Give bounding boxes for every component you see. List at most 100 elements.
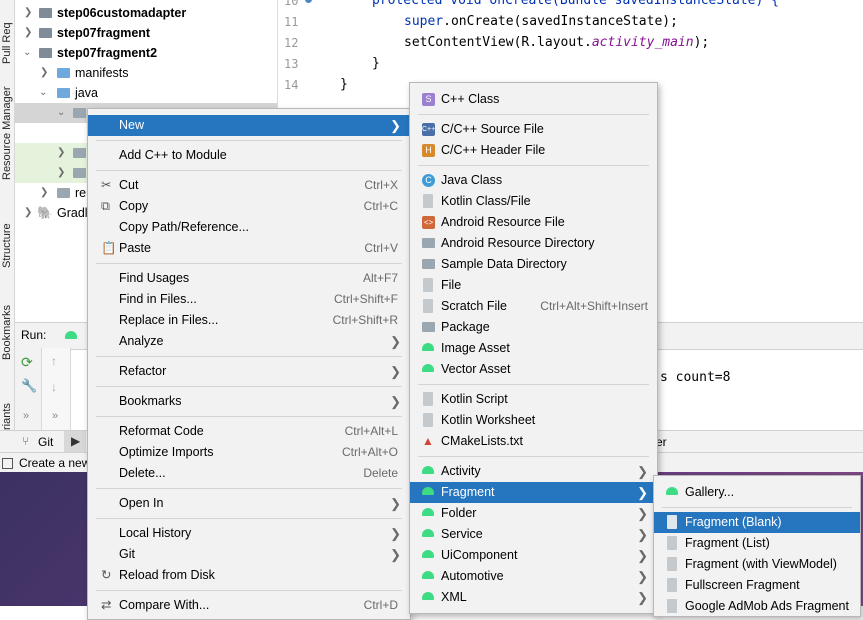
menu-item-kotlin-worksheet[interactable]: Kotlin Worksheet: [410, 410, 657, 431]
menu-item-refactor[interactable]: Refactor ❯: [88, 361, 410, 382]
chevron-down-icon[interactable]: ⌄: [57, 103, 65, 123]
menu-item-find-in-files[interactable]: Find in Files... Ctrl+Shift+F: [88, 289, 410, 310]
menu-item-sample-data-directory[interactable]: Sample Data Directory: [410, 254, 657, 275]
menu-item-image-asset[interactable]: Image Asset: [410, 338, 657, 359]
structure-tab[interactable]: Structure: [1, 223, 13, 268]
bookmarks-tab[interactable]: Bookmarks: [1, 305, 13, 360]
menu-item-vector-asset[interactable]: Vector Asset: [410, 359, 657, 380]
chevron-right-icon[interactable]: ❯: [57, 143, 65, 163]
override-marker-icon[interactable]: [305, 0, 312, 3]
tree-item-step06customadapter[interactable]: ❯ step06customadapter: [15, 3, 277, 23]
chevron-down-icon[interactable]: ⌄: [39, 83, 47, 103]
menu-item-uicomponent[interactable]: UiComponent ❯: [410, 545, 657, 566]
menu-item-local-history[interactable]: Local History ❯: [88, 523, 410, 544]
menu-item-delete[interactable]: Delete... Delete: [88, 463, 410, 484]
menu-item-fragment-viewmodel[interactable]: Fragment (with ViewModel): [654, 554, 860, 575]
menu-item-folder[interactable]: Folder ❯: [410, 503, 657, 524]
tree-item-step07fragment[interactable]: ❯ step07fragment: [15, 23, 277, 43]
submenu-arrow-icon: ❯: [390, 118, 401, 133]
menu-item-new[interactable]: New ❯: [88, 115, 410, 136]
tree-item-java[interactable]: ⌄ java: [15, 83, 277, 103]
menu-item-xml[interactable]: XML ❯: [410, 587, 657, 608]
menu-item-bookmarks[interactable]: Bookmarks ❯: [88, 391, 410, 412]
menu-item-replace-in-files[interactable]: Replace in Files... Ctrl+Shift+R: [88, 310, 410, 331]
more-icon[interactable]: »: [23, 410, 29, 422]
menu-item-activity[interactable]: Activity ❯: [410, 461, 657, 482]
menu-item-file[interactable]: File: [410, 275, 657, 296]
menu-item-label: Fragment (List): [685, 536, 770, 550]
menu-item-kotlin-script[interactable]: Kotlin Script: [410, 389, 657, 410]
resource-manager-tab[interactable]: Resource Manager: [1, 86, 13, 180]
chevron-right-icon[interactable]: ❯: [24, 203, 32, 223]
menu-item-cut[interactable]: ✂ Cut Ctrl+X: [88, 175, 410, 196]
line-number: 14: [284, 78, 299, 92]
menu-separator: [418, 384, 649, 385]
menu-item-cpp-class[interactable]: S C++ Class: [410, 89, 657, 110]
chevron-right-icon[interactable]: ❯: [57, 163, 65, 183]
build-variants-tab[interactable]: riants: [1, 403, 13, 430]
menu-item-find-usages[interactable]: Find Usages Alt+F7: [88, 268, 410, 289]
menu-item-optimize-imports[interactable]: Optimize Imports Ctrl+Alt+O: [88, 442, 410, 463]
git-tool-tab[interactable]: Git: [38, 435, 53, 449]
menu-item-label: Kotlin Worksheet: [441, 413, 536, 427]
menu-item-cmakelists[interactable]: ▲ CMakeLists.txt: [410, 431, 657, 452]
wrench-icon[interactable]: 🔧: [21, 378, 37, 394]
shortcut-label: Ctrl+Alt+Shift+Insert: [540, 299, 648, 313]
menu-item-analyze[interactable]: Analyze ❯: [88, 331, 410, 352]
menu-item-fragment-list[interactable]: Fragment (List): [654, 533, 860, 554]
tree-item-label: step07fragment: [57, 26, 151, 40]
tree-item-manifests[interactable]: ❯ manifests: [15, 63, 277, 83]
checkbox-icon[interactable]: [2, 458, 13, 469]
menu-item-package[interactable]: Package: [410, 317, 657, 338]
folder-icon: [57, 188, 70, 198]
menu-item-copy[interactable]: ⧉ Copy Ctrl+C: [88, 196, 410, 217]
arrow-down-icon[interactable]: ↓: [51, 380, 57, 394]
chevron-right-icon[interactable]: ❯: [40, 183, 48, 203]
menu-item-scratch-file[interactable]: Scratch File Ctrl+Alt+Shift+Insert: [410, 296, 657, 317]
menu-item-java-class[interactable]: C Java Class: [410, 170, 657, 191]
menu-item-fragment-blank[interactable]: Fragment (Blank): [654, 512, 860, 533]
menu-item-reload-from-disk[interactable]: ↻ Reload from Disk: [88, 565, 410, 586]
git-branch-icon: ⑂: [22, 434, 30, 448]
menu-item-gallery[interactable]: Gallery...: [654, 482, 860, 503]
menu-item-android-resource-file[interactable]: <> Android Resource File: [410, 212, 657, 233]
menu-item-cpp-header-file[interactable]: H C/C++ Header File: [410, 140, 657, 161]
menu-item-android-resource-directory[interactable]: Android Resource Directory: [410, 233, 657, 254]
menu-item-automotive[interactable]: Automotive ❯: [410, 566, 657, 587]
left-tool-strip: Pull Req Resource Manager Structure Book…: [0, 0, 15, 450]
menu-item-label: Replace in Files...: [119, 313, 219, 327]
chevron-right-icon[interactable]: ❯: [24, 23, 32, 43]
menu-item-admob-fragment[interactable]: Google AdMob Ads Fragment: [654, 596, 860, 616]
menu-item-add-cpp-to-module[interactable]: Add C++ to Module: [88, 145, 410, 166]
fragment-template-icon: [667, 578, 677, 592]
chevron-down-icon[interactable]: ⌄: [23, 43, 31, 63]
menu-item-open-in[interactable]: Open In ❯: [88, 493, 410, 514]
menu-item-paste[interactable]: 📋 Paste Ctrl+V: [88, 238, 410, 259]
android-icon: [422, 466, 434, 474]
more-icon[interactable]: »: [52, 410, 58, 422]
android-icon: [422, 550, 434, 558]
pull-requests-tab[interactable]: Pull Req: [1, 22, 13, 64]
chevron-right-icon[interactable]: ❯: [40, 63, 48, 83]
chevron-right-icon[interactable]: ❯: [24, 3, 32, 23]
submenu-arrow-icon: ❯: [390, 394, 401, 409]
arrow-up-icon[interactable]: ↑: [51, 354, 57, 368]
fragment-submenu: Gallery... Fragment (Blank) Fragment (Li…: [653, 475, 861, 617]
fragment-template-icon: [667, 515, 677, 529]
menu-separator: [96, 356, 402, 357]
code-text: .onCreate(savedInstanceState);: [443, 14, 678, 29]
menu-item-copy-path-reference[interactable]: Copy Path/Reference...: [88, 217, 410, 238]
menu-item-fullscreen-fragment[interactable]: Fullscreen Fragment: [654, 575, 860, 596]
menu-item-fragment[interactable]: Fragment ❯: [410, 482, 657, 503]
menu-item-cpp-source-file[interactable]: C++ C/C++ Source File: [410, 119, 657, 140]
menu-item-reformat-code[interactable]: Reformat Code Ctrl+Alt+L: [88, 421, 410, 442]
shortcut-label: Delete: [363, 466, 398, 480]
menu-item-git[interactable]: Git ❯: [88, 544, 410, 565]
menu-item-service[interactable]: Service ❯: [410, 524, 657, 545]
rerun-icon[interactable]: ⟳: [21, 354, 33, 371]
folder-icon: [57, 68, 70, 78]
android-icon: [422, 592, 434, 600]
menu-item-kotlin-class-file[interactable]: Kotlin Class/File: [410, 191, 657, 212]
line-number: 10: [284, 0, 299, 8]
tree-item-step07fragment2[interactable]: ⌄ step07fragment2: [15, 43, 277, 63]
